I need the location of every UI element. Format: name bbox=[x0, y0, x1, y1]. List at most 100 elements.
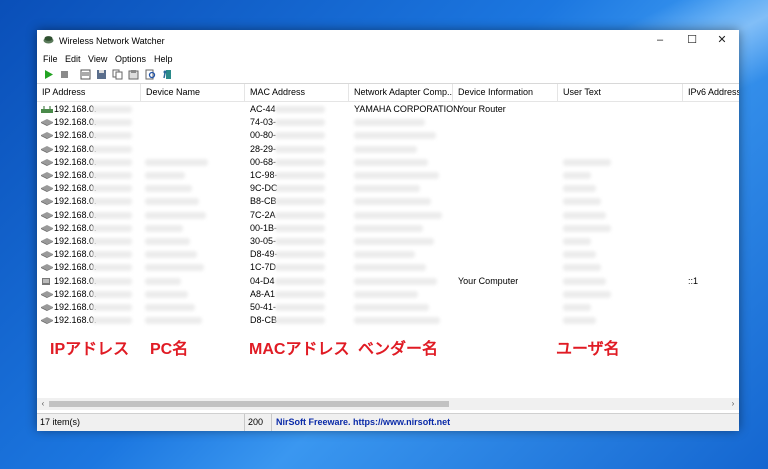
minimize-button[interactable]: – bbox=[645, 33, 675, 48]
router-icon bbox=[41, 106, 53, 113]
caption-vendor: ベンダー名 bbox=[358, 341, 439, 358]
table-row[interactable]: 192.168.0. 1C-98- bbox=[37, 169, 739, 182]
cell-ip-address: 192.168.0. bbox=[54, 236, 97, 246]
menu-edit[interactable]: Edit bbox=[65, 54, 81, 64]
scroll-thumb[interactable] bbox=[49, 401, 449, 407]
table-row[interactable]: 192.168.0. 74-03- bbox=[37, 116, 739, 129]
table-row[interactable]: 192.168.0. 04-D4 Your Computer::1 bbox=[37, 275, 739, 288]
redaction-blur bbox=[563, 277, 606, 285]
column-device-information[interactable]: Device Information bbox=[453, 84, 558, 101]
menu-view[interactable]: View bbox=[88, 54, 107, 64]
table-row[interactable]: 192.168.0. 00-68- bbox=[37, 156, 739, 169]
redaction-blur bbox=[145, 158, 208, 166]
scroll-right-icon[interactable]: › bbox=[727, 398, 739, 410]
redaction-blur bbox=[275, 290, 325, 298]
stop-icon[interactable] bbox=[59, 69, 70, 80]
status-freeware-link[interactable]: NirSoft Freeware. https://www.nirsoft.ne… bbox=[272, 414, 739, 431]
table-row[interactable]: 192.168.0. 28-29- bbox=[37, 143, 739, 156]
column-user-text[interactable]: User Text bbox=[558, 84, 683, 101]
column-ip-address[interactable]: IP Address bbox=[37, 84, 141, 101]
device-icon bbox=[41, 290, 53, 298]
table-row[interactable]: 192.168.0. AC-44 YAMAHA CORPORATION Your Ro… bbox=[37, 103, 739, 116]
cell-ip-address: 192.168.0. bbox=[54, 156, 97, 167]
table-row[interactable]: 192.168.0. 7C-2A bbox=[37, 209, 739, 222]
list-header: IP Address Device Name MAC Address Netwo… bbox=[37, 84, 739, 102]
redaction-blur bbox=[92, 277, 132, 285]
horizontal-scrollbar[interactable]: ‹ › bbox=[37, 398, 739, 410]
table-row[interactable]: 192.168.0. 9C-DC bbox=[37, 182, 739, 195]
redaction-blur bbox=[563, 304, 591, 311]
html-report-icon[interactable] bbox=[80, 69, 91, 80]
find-icon[interactable] bbox=[145, 69, 156, 80]
table-row[interactable]: 192.168.0. 50-41- bbox=[37, 301, 739, 314]
caption-mac: MACアドレス bbox=[249, 341, 350, 358]
menu-options[interactable]: Options bbox=[115, 54, 146, 64]
redaction-blur bbox=[145, 185, 192, 193]
redaction-blur bbox=[92, 172, 132, 179]
redaction-blur bbox=[354, 158, 428, 166]
column-device-name[interactable]: Device Name bbox=[141, 84, 245, 101]
table-row[interactable]: 192.168.0. 00-1B- bbox=[37, 222, 739, 235]
redaction-blur bbox=[92, 251, 132, 259]
cell-device-information: Your Computer bbox=[458, 275, 519, 286]
table-row[interactable]: 192.168.0. B8-CB bbox=[37, 195, 739, 208]
menu-help[interactable]: Help bbox=[154, 54, 173, 64]
cell-mac-address: AC-44 bbox=[250, 104, 276, 114]
cell-mac-address: 00-68- bbox=[250, 156, 277, 167]
table-row[interactable]: 192.168.0. 30-05- bbox=[37, 235, 739, 248]
device-icon bbox=[41, 211, 53, 219]
redaction-blur bbox=[563, 158, 611, 166]
scroll-left-icon[interactable]: ‹ bbox=[37, 398, 49, 410]
table-row[interactable]: 192.168.0. 1C-7D bbox=[37, 261, 739, 274]
cell-ip-address: 192.168.0. bbox=[54, 130, 97, 141]
redaction-blur bbox=[275, 317, 325, 325]
redaction-blur bbox=[563, 251, 596, 259]
column-mac-address[interactable]: MAC Address bbox=[245, 84, 349, 101]
redaction-blur bbox=[354, 172, 439, 179]
cell-mac-address: 30-05- bbox=[250, 236, 277, 246]
play-icon[interactable] bbox=[43, 69, 54, 80]
redaction-blur bbox=[92, 224, 132, 232]
redaction-blur bbox=[92, 238, 132, 245]
exit-icon[interactable] bbox=[161, 69, 172, 80]
properties-icon[interactable] bbox=[128, 69, 139, 80]
cell-ip-address: 192.168.0. bbox=[54, 249, 97, 260]
cell-mac-address: 9C-DC bbox=[250, 183, 278, 194]
redaction-blur bbox=[563, 264, 601, 272]
table-row[interactable]: 192.168.0. 00-80- bbox=[37, 129, 739, 142]
maximize-button[interactable]: ☐ bbox=[677, 33, 707, 48]
table-row[interactable]: 192.168.0. D8-CB bbox=[37, 314, 739, 327]
redaction-blur bbox=[275, 185, 325, 193]
cell-ip-address: 192.168.0. bbox=[54, 302, 97, 312]
table-row[interactable]: 192.168.0. D8-49- bbox=[37, 248, 739, 261]
redaction-blur bbox=[354, 290, 418, 298]
redaction-blur bbox=[354, 317, 440, 325]
status-bar: 17 item(s) 200 NirSoft Freeware. https:/… bbox=[37, 413, 739, 431]
redaction-blur bbox=[92, 119, 132, 127]
close-button[interactable]: ✕ bbox=[707, 33, 737, 48]
device-icon bbox=[41, 264, 53, 272]
redaction-blur bbox=[145, 238, 190, 245]
redaction-blur bbox=[354, 304, 429, 311]
redaction-blur bbox=[145, 211, 206, 219]
app-icon bbox=[43, 36, 54, 44]
redaction-blur bbox=[145, 172, 185, 179]
device-icon bbox=[41, 251, 53, 259]
menu-file[interactable]: File bbox=[43, 54, 58, 64]
copy-icon[interactable] bbox=[112, 69, 123, 80]
redaction-blur bbox=[275, 132, 325, 140]
table-row[interactable]: 192.168.0. A8-A1 bbox=[37, 288, 739, 301]
toolbar bbox=[37, 67, 739, 84]
redaction-blur bbox=[354, 132, 436, 140]
column-ipv6-address[interactable]: IPv6 Address bbox=[683, 84, 739, 101]
app-window: Wireless Network Watcher – ☐ ✕ File Edit… bbox=[37, 30, 739, 431]
redaction-blur bbox=[145, 251, 197, 259]
redaction-blur bbox=[275, 106, 325, 113]
device-icon bbox=[41, 172, 53, 179]
cell-mac-address: 00-1B- bbox=[250, 222, 278, 233]
save-icon[interactable] bbox=[96, 69, 107, 80]
redaction-blur bbox=[354, 119, 425, 127]
redaction-blur bbox=[92, 290, 132, 298]
column-adapter-company[interactable]: Network Adapter Comp... bbox=[349, 84, 453, 101]
title-bar[interactable]: Wireless Network Watcher – ☐ ✕ bbox=[37, 30, 739, 50]
